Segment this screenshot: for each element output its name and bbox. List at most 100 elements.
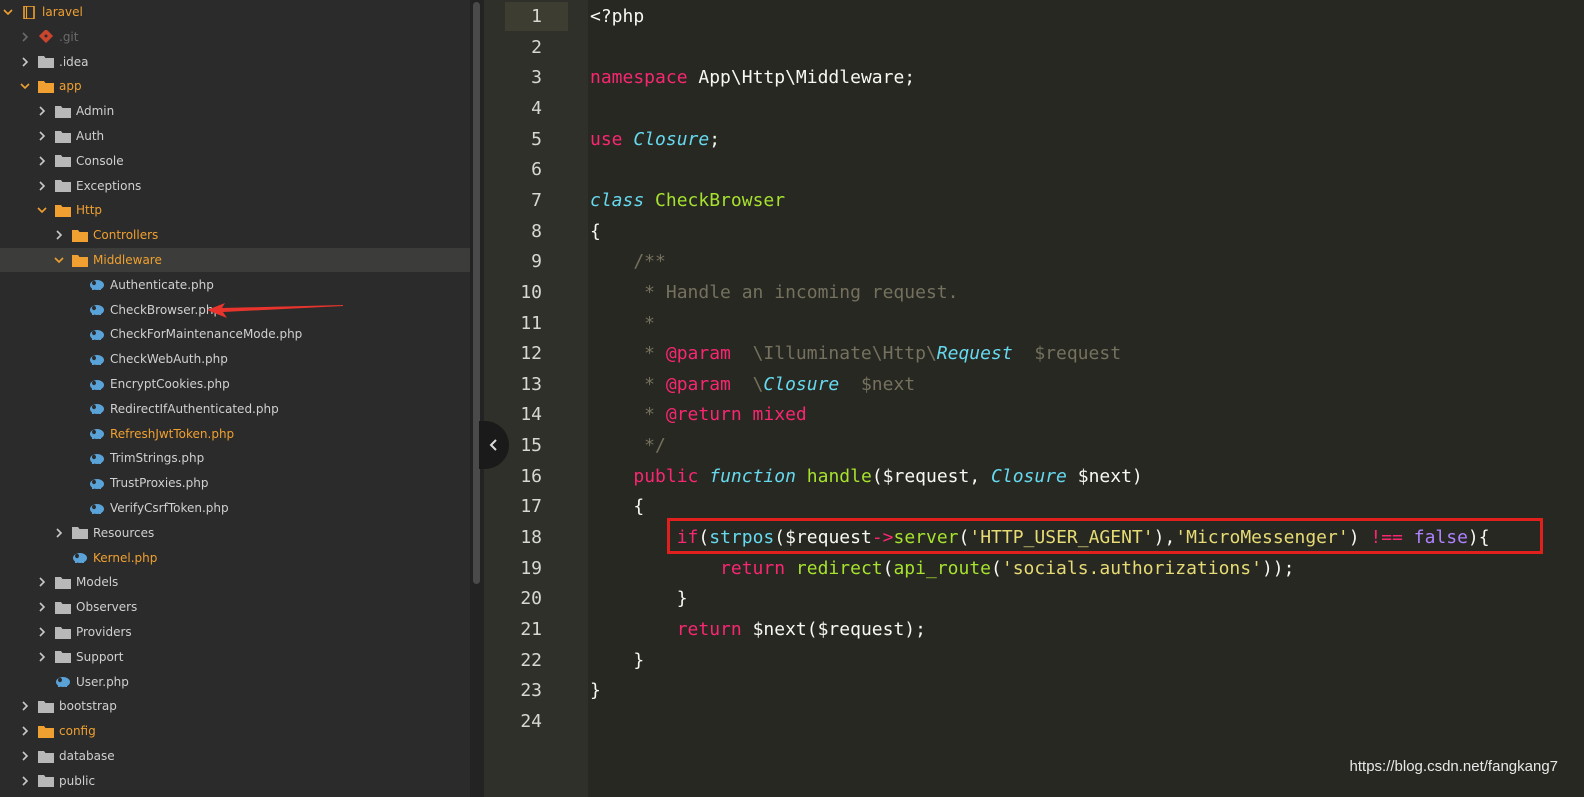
code-line[interactable]: * @param \Illuminate\Http\Request $reque… <box>590 339 1121 369</box>
file-item[interactable]: TrustProxies.php <box>0 471 470 495</box>
chevron-right-icon[interactable] <box>37 627 47 637</box>
chevron-down-icon[interactable] <box>20 81 30 91</box>
code-token: Closure <box>763 373 840 395</box>
chevron-right-icon[interactable] <box>37 602 47 612</box>
folder-icon <box>72 228 88 242</box>
chevron-down-icon[interactable] <box>37 205 47 215</box>
code-line[interactable]: return redirect(api_route('socials.autho… <box>590 554 1294 584</box>
file-item[interactable]: TrimStrings.php <box>0 446 470 470</box>
chevron-right-icon[interactable] <box>20 776 30 786</box>
tree-item-label: Kernel.php <box>93 550 158 565</box>
tree-item-label: Auth <box>76 129 105 143</box>
php-file-icon <box>72 551 88 565</box>
folder-item[interactable]: Resources <box>0 521 470 545</box>
tree-item-label: VerifyCsrfToken.php <box>110 501 229 515</box>
code-line[interactable]: * @param \Closure $next <box>590 370 915 400</box>
file-item[interactable]: CheckWebAuth.php <box>0 347 470 371</box>
chevron-right-icon[interactable] <box>37 577 47 587</box>
code-line[interactable]: /** <box>590 247 666 277</box>
folder-item[interactable]: Providers <box>0 620 470 644</box>
folder-item[interactable]: app <box>0 74 470 98</box>
tree-item-label: .idea <box>59 54 89 69</box>
folder-item[interactable]: Http <box>0 198 470 222</box>
chevron-right-icon[interactable] <box>54 528 64 538</box>
chevron-right-icon[interactable] <box>54 230 64 240</box>
code-line[interactable]: * Handle an incoming request. <box>590 278 958 308</box>
folder-item[interactable]: public <box>0 769 470 793</box>
code-editor[interactable]: <?php namespace App\Http\Middleware; use C… <box>590 0 1570 797</box>
code-token: } <box>590 680 601 702</box>
chevron-right-icon[interactable] <box>37 652 47 662</box>
file-item[interactable]: User.php <box>0 670 470 694</box>
arrow-annotation-icon <box>207 303 343 318</box>
code-line[interactable]: * <box>590 309 655 339</box>
code-line[interactable]: } <box>590 584 688 614</box>
chevron-right-icon[interactable] <box>20 701 30 711</box>
php-file-icon <box>55 675 71 689</box>
folder-item[interactable]: Middleware <box>0 248 470 272</box>
folder-item[interactable]: bootstrap <box>0 694 470 718</box>
chevron-right-icon[interactable] <box>20 32 30 42</box>
scrollbar-thumb[interactable] <box>473 2 480 584</box>
code-line[interactable]: return $next($request); <box>590 615 926 645</box>
code-token: @return mixed <box>665 404 807 426</box>
folder-item[interactable]: laravel <box>0 0 470 24</box>
folder-item[interactable]: Support <box>0 645 470 669</box>
code-token: * <box>590 404 666 426</box>
code-token: $next($request); <box>741 619 926 640</box>
chevron-right-icon[interactable] <box>37 106 47 116</box>
folder-item[interactable]: Console <box>0 149 470 173</box>
file-item[interactable]: Authenticate.php <box>0 273 470 297</box>
chevron-right-icon[interactable] <box>37 181 47 191</box>
chevron-right-icon[interactable] <box>20 751 30 761</box>
file-item[interactable]: CheckForMaintenanceMode.php <box>0 322 470 346</box>
folder-item[interactable]: Exceptions <box>0 174 470 198</box>
code-line[interactable]: <?php <box>590 2 644 32</box>
sidebar-scrollbar[interactable] <box>470 0 484 797</box>
code-token: redirect <box>795 557 883 579</box>
line-number: 18 <box>520 527 542 549</box>
chevron-down-icon[interactable] <box>3 7 13 17</box>
code-line[interactable]: } <box>590 646 644 676</box>
code-line[interactable]: } <box>590 676 601 706</box>
file-item[interactable]: RefreshJwtToken.php <box>0 422 470 446</box>
code-token: ($request, <box>871 465 992 487</box>
folder-item[interactable]: .git <box>0 25 470 49</box>
tree-item-label: bootstrap <box>59 699 117 714</box>
chevron-right-icon[interactable] <box>20 57 30 67</box>
code-line[interactable]: { <box>590 492 644 522</box>
code-token: * <box>590 312 656 334</box>
folder-item[interactable]: database <box>0 744 470 768</box>
code-token: Closure <box>633 128 710 150</box>
folder-item[interactable]: Models <box>0 570 470 594</box>
folder-item[interactable]: Controllers <box>0 223 470 247</box>
file-item[interactable]: RedirectIfAuthenticated.php <box>0 397 470 421</box>
chevron-right-icon[interactable] <box>37 131 47 141</box>
file-item[interactable]: VerifyCsrfToken.php <box>0 496 470 520</box>
folder-item[interactable]: Observers <box>0 595 470 619</box>
code-line[interactable]: public function handle($request, Closure… <box>590 462 1142 492</box>
code-line[interactable]: use Closure; <box>590 125 720 155</box>
code-token: public <box>633 465 699 487</box>
code-line[interactable]: { <box>590 217 601 247</box>
chevron-down-icon[interactable] <box>54 255 64 265</box>
code-line[interactable]: */ <box>590 431 666 461</box>
folder-item[interactable]: Auth <box>0 124 470 148</box>
git-icon <box>38 30 54 44</box>
folder-icon <box>55 650 71 664</box>
chevron-right-icon[interactable] <box>37 156 47 166</box>
code-line[interactable]: * @return mixed <box>590 400 807 430</box>
code-line[interactable]: class CheckBrowser <box>590 186 785 216</box>
folder-item[interactable]: config <box>0 719 470 743</box>
file-item[interactable]: EncryptCookies.php <box>0 372 470 396</box>
folder-item[interactable]: .idea <box>0 50 470 74</box>
code-line[interactable]: namespace App\Http\Middleware; <box>590 63 915 93</box>
folder-icon <box>38 724 54 738</box>
tree-item-label: .git <box>59 29 79 44</box>
file-item[interactable]: Kernel.php <box>0 546 470 570</box>
chevron-right-icon[interactable] <box>20 726 30 736</box>
folder-item[interactable]: Admin <box>0 99 470 123</box>
